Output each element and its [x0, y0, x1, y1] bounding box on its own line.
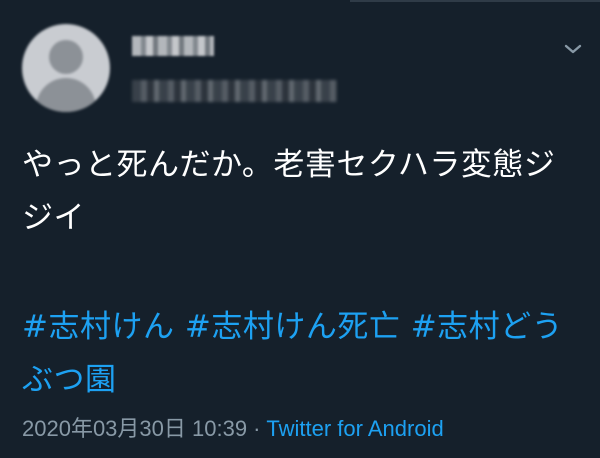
- username-blurred[interactable]: [132, 80, 337, 102]
- tweet-text: やっと死んだか。老害セクハラ変態ジジイ: [22, 147, 556, 236]
- tweet-meta: 2020年03月30日 10:39 · Twitter for Android: [22, 414, 444, 444]
- chevron-down-icon[interactable]: [562, 40, 584, 58]
- hashtag-link[interactable]: #志村けん死亡: [185, 309, 400, 345]
- hashtag-list: #志村けん #志村けん死亡 #志村どうぶつ園: [22, 301, 582, 407]
- avatar-head-shape: [49, 40, 83, 74]
- tweet-card: やっと死んだか。老害セクハラ変態ジジイ #志村けん #志村けん死亡 #志村どうぶ…: [0, 0, 600, 458]
- display-name-blurred[interactable]: [132, 36, 214, 56]
- separator-dot: ·: [253, 416, 261, 441]
- timestamp[interactable]: 2020年03月30日 10:39: [22, 416, 247, 441]
- avatar[interactable]: [22, 24, 110, 112]
- hashtag-link[interactable]: #志村けん: [22, 309, 174, 345]
- avatar-shoulders-shape: [36, 78, 96, 112]
- source-link[interactable]: Twitter for Android: [266, 416, 443, 441]
